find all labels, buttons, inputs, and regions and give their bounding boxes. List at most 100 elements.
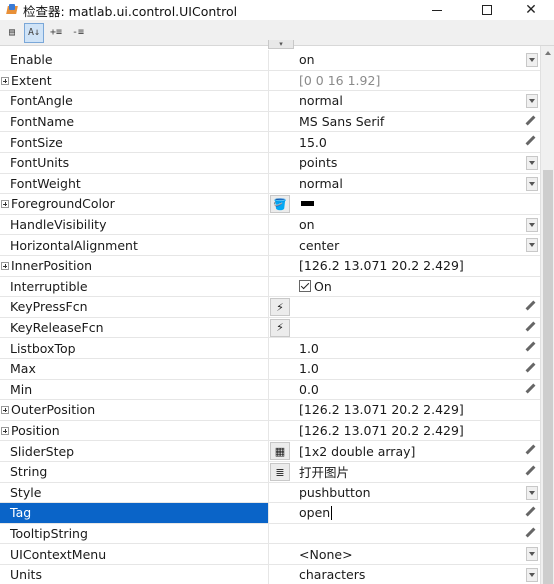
property-row-position[interactable]: Position [126.2 13.071 20.2 2.429] bbox=[0, 420, 540, 442]
close-button[interactable]: ✕ bbox=[508, 0, 554, 20]
title-bar: 检查器: matlab.ui.control.UIControl ✕ bbox=[0, 0, 554, 20]
dropdown-arrow-icon[interactable] bbox=[526, 53, 538, 67]
dropdown-arrow-icon[interactable] bbox=[526, 238, 538, 253]
pencil-icon[interactable] bbox=[525, 384, 536, 395]
property-row-extent[interactable]: Extent [0 0 16 1.92] bbox=[0, 70, 540, 92]
property-row-keypressfcn[interactable]: KeyPressFcn ⚡ bbox=[0, 297, 540, 318]
property-row-keyreleasefcn[interactable]: KeyReleaseFcn ⚡ bbox=[0, 317, 540, 339]
expand-plus-icon[interactable] bbox=[1, 426, 9, 435]
property-value[interactable]: on bbox=[299, 215, 315, 235]
expand-plus-icon[interactable] bbox=[1, 200, 9, 209]
property-value[interactable]: 1.0 bbox=[299, 338, 319, 358]
property-row-enable[interactable]: Enable on bbox=[0, 50, 540, 71]
property-row-max[interactable]: Max 1.0 bbox=[0, 359, 540, 380]
expand-plus-icon[interactable] bbox=[1, 406, 9, 415]
array-editor-icon[interactable]: ▦ bbox=[270, 442, 290, 461]
maximize-button[interactable] bbox=[464, 0, 510, 20]
property-row-handlevisibility[interactable]: HandleVisibility on bbox=[0, 214, 540, 236]
minimize-button[interactable] bbox=[414, 0, 460, 20]
pencil-icon[interactable] bbox=[525, 466, 536, 477]
property-value[interactable] bbox=[299, 194, 314, 214]
property-row-fontangle[interactable]: FontAngle normal bbox=[0, 91, 540, 112]
vertical-scrollbar[interactable] bbox=[540, 46, 554, 584]
property-name: OuterPosition bbox=[0, 400, 269, 420]
property-value[interactable]: 1.0 bbox=[299, 359, 319, 379]
property-value[interactable]: [0 0 16 1.92] bbox=[299, 71, 380, 91]
property-value[interactable]: [126.2 13.071 20.2 2.429] bbox=[299, 256, 464, 276]
property-row-outerposition[interactable]: OuterPosition [126.2 13.071 20.2 2.429] bbox=[0, 400, 540, 421]
property-name: Position bbox=[0, 420, 269, 441]
property-row-style[interactable]: Style pushbutton bbox=[0, 482, 540, 504]
dropdown-arrow-icon[interactable] bbox=[526, 94, 538, 109]
property-value[interactable]: [1x2 double array] bbox=[299, 441, 415, 461]
pencil-icon[interactable] bbox=[525, 322, 536, 333]
scrollbar-thumb[interactable] bbox=[543, 170, 553, 584]
property-row-listboxtop[interactable]: ListboxTop 1.0 bbox=[0, 338, 540, 359]
property-value[interactable]: pushbutton bbox=[299, 483, 371, 503]
dropdown-arrow-icon[interactable] bbox=[526, 547, 538, 562]
property-value[interactable]: open bbox=[299, 503, 333, 523]
property-value[interactable]: [126.2 13.071 20.2 2.429] bbox=[299, 400, 464, 420]
property-name-label: KeyReleaseFcn bbox=[10, 320, 104, 336]
expand-plus-icon[interactable] bbox=[1, 262, 9, 270]
text-editor-icon[interactable]: ≣ bbox=[270, 463, 290, 481]
paint-bucket-icon[interactable]: 🪣 bbox=[270, 195, 290, 214]
property-row-fontweight[interactable]: FontWeight normal bbox=[0, 173, 540, 195]
property-name: HorizontalAlignment bbox=[0, 235, 269, 255]
property-row-min[interactable]: Min 0.0 bbox=[0, 379, 540, 401]
property-value-text: center bbox=[299, 237, 340, 253]
expand-plus-icon[interactable] bbox=[1, 76, 9, 85]
dropdown-arrow-icon[interactable] bbox=[526, 217, 538, 232]
property-value[interactable]: 15.0 bbox=[299, 132, 327, 152]
dropdown-arrow-icon[interactable] bbox=[526, 485, 538, 500]
pencil-icon[interactable] bbox=[525, 301, 536, 312]
checkbox[interactable] bbox=[299, 280, 311, 293]
property-name-label: ListboxTop bbox=[10, 340, 76, 356]
property-name: TooltipString bbox=[0, 523, 269, 544]
property-value[interactable]: characters bbox=[299, 565, 365, 584]
property-value[interactable]: On bbox=[299, 277, 332, 297]
dropdown-arrow-icon[interactable] bbox=[526, 568, 538, 582]
property-row-foregroundcolor[interactable]: ForegroundColor 🪣 bbox=[0, 194, 540, 215]
property-value[interactable]: MS Sans Serif bbox=[299, 112, 384, 132]
property-row-fontname[interactable]: FontName MS Sans Serif bbox=[0, 111, 540, 133]
pencil-icon[interactable] bbox=[525, 342, 536, 353]
property-value[interactable]: 打开图片 bbox=[299, 462, 349, 482]
categorized-view-icon: ▤ bbox=[8, 26, 16, 38]
property-row-string[interactable]: String ≣ 打开图片 bbox=[0, 462, 540, 483]
property-name-label: KeyPressFcn bbox=[10, 299, 88, 315]
dropdown-arrow-icon[interactable] bbox=[526, 176, 538, 191]
property-value[interactable]: [126.2 13.071 20.2 2.429] bbox=[299, 421, 464, 441]
property-value[interactable]: 0.0 bbox=[299, 380, 319, 400]
property-value[interactable]: normal bbox=[299, 174, 343, 194]
property-name: ForegroundColor bbox=[0, 194, 269, 214]
pencil-icon[interactable] bbox=[525, 528, 536, 539]
pencil-icon[interactable] bbox=[525, 363, 536, 374]
property-value[interactable]: <None> bbox=[299, 544, 353, 564]
property-value[interactable]: normal bbox=[299, 91, 343, 111]
pencil-icon[interactable] bbox=[525, 136, 536, 147]
pencil-icon[interactable] bbox=[525, 445, 536, 456]
property-name: Style bbox=[0, 482, 269, 503]
property-row-interruptible[interactable]: Interruptible On bbox=[0, 276, 540, 298]
property-value[interactable]: center bbox=[299, 235, 339, 255]
property-value[interactable]: points bbox=[299, 153, 337, 173]
callback-icon[interactable]: ⚡ bbox=[270, 298, 290, 317]
property-row-tooltipstring[interactable]: TooltipString bbox=[0, 523, 540, 545]
property-name-label: FontName bbox=[10, 114, 75, 130]
collapse-chevron-icon[interactable]: ▾ bbox=[268, 40, 294, 49]
scroll-up-icon[interactable] bbox=[541, 46, 554, 60]
property-row-innerposition[interactable]: InnerPosition [126.2 13.071 20.2 2.429] bbox=[0, 256, 540, 277]
callback-icon[interactable]: ⚡ bbox=[270, 318, 290, 337]
property-row-fontsize[interactable]: FontSize 15.0 bbox=[0, 132, 540, 153]
pencil-icon[interactable] bbox=[525, 116, 536, 127]
property-row-horizontalalignment[interactable]: HorizontalAlignment center bbox=[0, 235, 540, 256]
property-row-units[interactable]: Units characters bbox=[0, 565, 540, 584]
property-value[interactable]: on bbox=[299, 50, 315, 70]
pencil-icon[interactable] bbox=[525, 507, 536, 518]
dropdown-arrow-icon[interactable] bbox=[526, 156, 538, 170]
property-row-fontunits[interactable]: FontUnits points bbox=[0, 153, 540, 174]
property-row-uicontextmenu[interactable]: UIContextMenu <None> bbox=[0, 544, 540, 565]
property-row-tag[interactable]: Tag open bbox=[0, 503, 540, 524]
property-row-sliderstep[interactable]: SliderStep ▦ [1x2 double array] bbox=[0, 441, 540, 462]
